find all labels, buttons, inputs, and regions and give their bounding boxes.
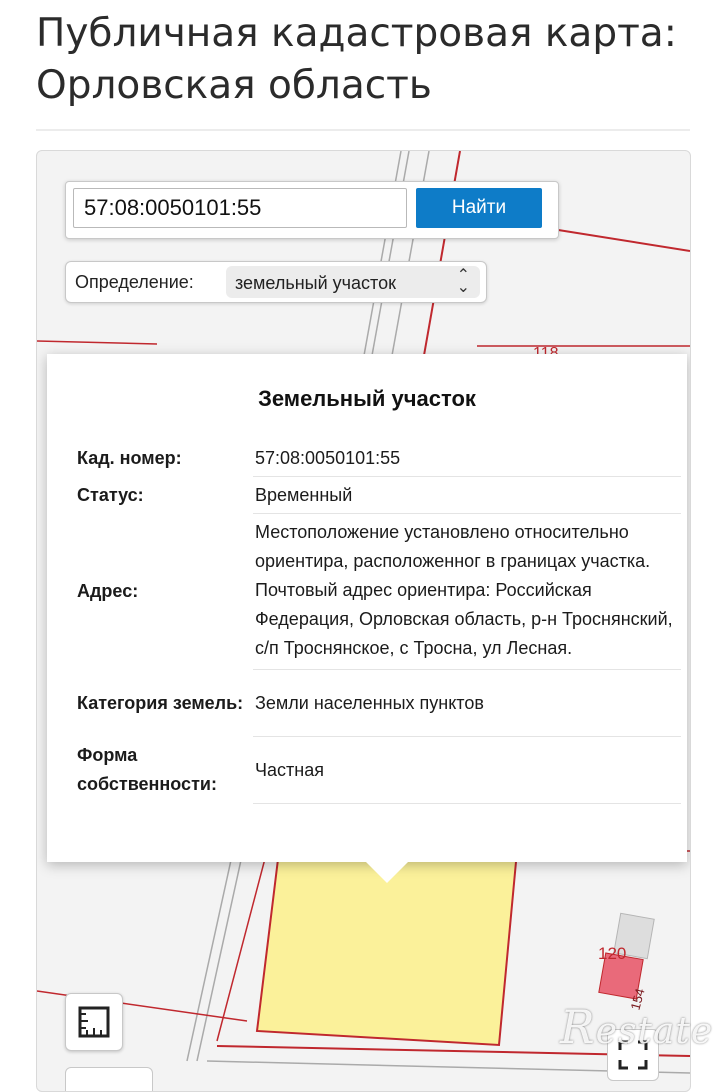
- info-key: Категория земель:: [77, 692, 244, 713]
- ruler-icon: [78, 1006, 110, 1038]
- info-key: Кад. номер:: [77, 447, 182, 468]
- cadastral-number-input[interactable]: [73, 188, 407, 228]
- info-value: 57:08:0050101:55: [253, 440, 681, 477]
- parcel-label-120: 120: [598, 944, 626, 963]
- object-type-label: Определение:: [75, 272, 194, 292]
- info-row-ownership-form: Форма собственности: Частная: [77, 736, 681, 804]
- info-value: Земли населенных пунктов: [253, 669, 681, 737]
- info-row-cadastral-number: Кад. номер: 57:08:0050101:55: [77, 440, 681, 477]
- popup-title: Земельный участок: [258, 386, 476, 411]
- updown-chevron-icon: ⌃ ⌄: [456, 267, 470, 296]
- cadastral-map[interactable]: 118 120 154 Найти Определение: земельный…: [36, 150, 691, 1092]
- object-type-dropdown[interactable]: земельный участок ⌃ ⌄: [226, 266, 480, 298]
- info-value: Частная: [253, 736, 681, 804]
- info-key: Статус:: [77, 484, 144, 505]
- object-type-value: земельный участок: [235, 273, 396, 293]
- info-key: Адрес:: [77, 581, 139, 601]
- title-divider: [36, 129, 690, 131]
- ruler-button[interactable]: [65, 993, 123, 1051]
- search-bar: Найти: [65, 181, 559, 239]
- info-value: Местоположение установлено относительно …: [253, 513, 681, 670]
- restate-watermark: Restate: [560, 1000, 714, 1054]
- info-row-address: Адрес: Местоположение установлено относи…: [77, 513, 681, 670]
- info-value: Временный: [253, 476, 681, 514]
- info-row-status: Статус: Временный: [77, 476, 681, 514]
- object-type-selector: Определение: земельный участок ⌃ ⌄: [65, 261, 487, 303]
- parcel-info-popup: Земельный участок Кад. номер: 57:08:0050…: [47, 354, 687, 862]
- page-title: Публичная кадастровая карта: Орловская о…: [36, 11, 677, 108]
- info-row-land-category: Категория земель: Земли населенных пункт…: [77, 669, 681, 737]
- popup-pointer: [365, 861, 409, 883]
- info-key: Форма собственности:: [77, 745, 217, 794]
- area-measure-button[interactable]: [65, 1067, 153, 1091]
- parcel-info-table: Кад. номер: 57:08:0050101:55 Статус: Вре…: [77, 440, 681, 804]
- find-button[interactable]: Найти: [416, 188, 542, 228]
